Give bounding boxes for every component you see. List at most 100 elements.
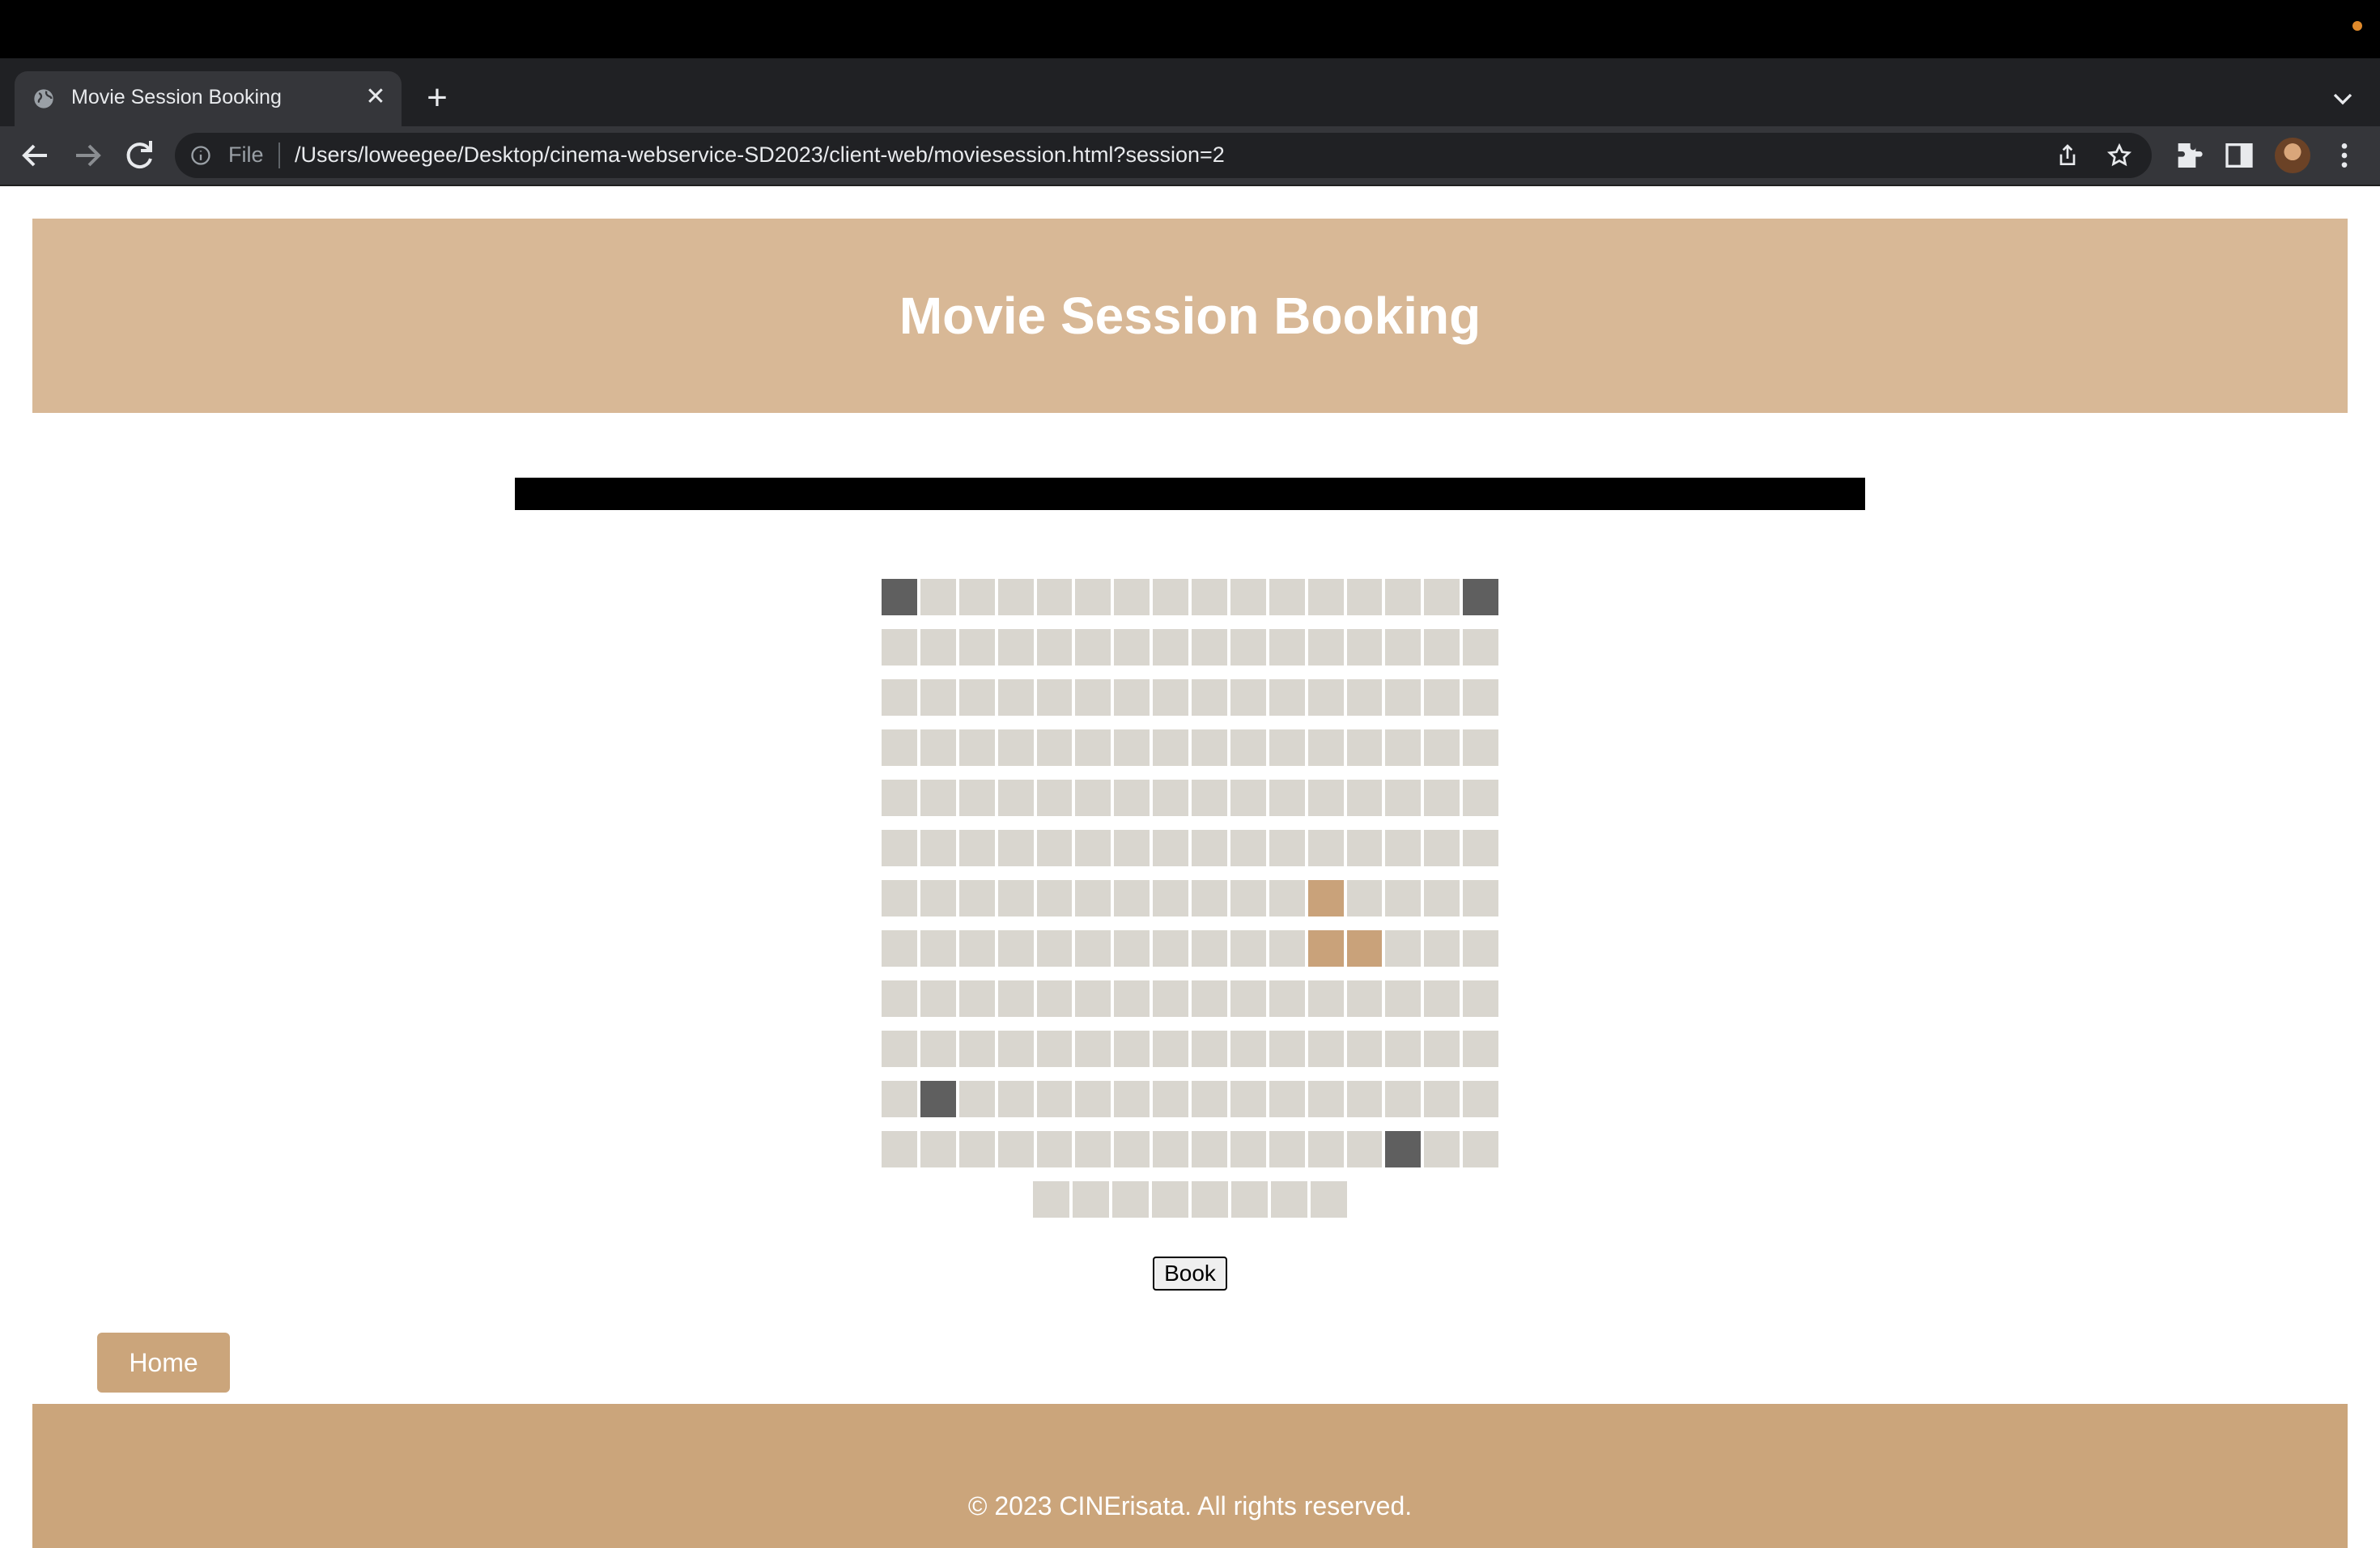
seat-free[interactable] — [1230, 980, 1266, 1017]
seat-free[interactable] — [958, 679, 995, 716]
seat-free[interactable] — [1346, 780, 1383, 816]
seat-free[interactable] — [1385, 1081, 1422, 1117]
seat-free[interactable] — [1385, 1031, 1422, 1067]
seat-free[interactable] — [1075, 579, 1111, 615]
seat-free[interactable] — [1269, 780, 1305, 816]
seat-free[interactable] — [1153, 880, 1188, 916]
seat-selected[interactable] — [1307, 880, 1344, 916]
seat-free[interactable] — [997, 1081, 1034, 1117]
seat-free[interactable] — [1269, 930, 1305, 967]
seat-free[interactable] — [1346, 629, 1383, 666]
seat-free[interactable] — [1269, 579, 1305, 615]
seat-free[interactable] — [1463, 980, 1498, 1017]
seat-free[interactable] — [1424, 679, 1460, 716]
back-icon[interactable] — [16, 136, 55, 175]
seat-free[interactable] — [1152, 1181, 1188, 1218]
seat-free[interactable] — [1153, 629, 1188, 666]
seat-free[interactable] — [920, 729, 956, 766]
more-icon[interactable] — [2328, 139, 2361, 172]
seat-free[interactable] — [1424, 579, 1460, 615]
seat-free[interactable] — [1307, 980, 1344, 1017]
seat-free[interactable] — [1114, 679, 1150, 716]
seat-free[interactable] — [1153, 729, 1188, 766]
seat-free[interactable] — [1153, 1031, 1188, 1067]
seat-free[interactable] — [1153, 930, 1188, 967]
seat-free[interactable] — [1269, 1031, 1305, 1067]
seat-free[interactable] — [920, 1031, 956, 1067]
profile-avatar[interactable] — [2275, 138, 2310, 173]
tab-list-icon[interactable] — [2327, 83, 2359, 115]
seat-free[interactable] — [958, 1081, 995, 1117]
seat-free[interactable] — [1114, 780, 1150, 816]
seat-free[interactable] — [1424, 830, 1460, 866]
seat-free[interactable] — [1153, 980, 1188, 1017]
seat-free[interactable] — [997, 1131, 1034, 1167]
seat-free[interactable] — [882, 930, 917, 967]
seat-free[interactable] — [1385, 980, 1422, 1017]
seat-free[interactable] — [920, 880, 956, 916]
info-icon[interactable] — [189, 144, 212, 167]
seat-free[interactable] — [958, 1031, 995, 1067]
seat-free[interactable] — [1075, 1131, 1111, 1167]
seat-free[interactable] — [1036, 1031, 1073, 1067]
seat-free[interactable] — [920, 1131, 956, 1167]
seat-free[interactable] — [1114, 930, 1150, 967]
seat-free[interactable] — [1153, 1081, 1188, 1117]
seat-free[interactable] — [958, 830, 995, 866]
seat-free[interactable] — [1192, 579, 1227, 615]
seat-free[interactable] — [882, 1031, 917, 1067]
seat-free[interactable] — [1307, 830, 1344, 866]
seat-free[interactable] — [920, 980, 956, 1017]
seat-free[interactable] — [1424, 930, 1460, 967]
seat-free[interactable] — [1346, 729, 1383, 766]
seat-free[interactable] — [1075, 629, 1111, 666]
seat-free[interactable] — [1075, 830, 1111, 866]
seat-free[interactable] — [1231, 1181, 1268, 1218]
seat-free[interactable] — [1192, 629, 1227, 666]
address-bar[interactable]: File /Users/loweegee/Desktop/cinema-webs… — [175, 133, 2152, 178]
seat-free[interactable] — [1346, 1031, 1383, 1067]
seat-free[interactable] — [1036, 930, 1073, 967]
seat-free[interactable] — [1114, 729, 1150, 766]
seat-free[interactable] — [958, 930, 995, 967]
seat-free[interactable] — [1230, 780, 1266, 816]
seat-free[interactable] — [1269, 1131, 1305, 1167]
seat-free[interactable] — [1036, 729, 1073, 766]
seat-free[interactable] — [1463, 1131, 1498, 1167]
seat-free[interactable] — [958, 1131, 995, 1167]
seat-free[interactable] — [997, 930, 1034, 967]
seat-free[interactable] — [1463, 780, 1498, 816]
seat-free[interactable] — [1385, 679, 1422, 716]
seat-free[interactable] — [1307, 780, 1344, 816]
seat-free[interactable] — [882, 629, 917, 666]
seat-free[interactable] — [958, 780, 995, 816]
seat-free[interactable] — [1307, 1081, 1344, 1117]
seat-free[interactable] — [1192, 679, 1227, 716]
seat-free[interactable] — [1385, 629, 1422, 666]
seat-free[interactable] — [997, 780, 1034, 816]
seat-free[interactable] — [1385, 579, 1422, 615]
seat-free[interactable] — [1424, 629, 1460, 666]
seat-free[interactable] — [1230, 880, 1266, 916]
extensions-icon[interactable] — [2173, 139, 2205, 172]
seat-free[interactable] — [1114, 629, 1150, 666]
seat-free[interactable] — [1346, 679, 1383, 716]
seat-free[interactable] — [1385, 930, 1422, 967]
seat-free[interactable] — [1192, 729, 1227, 766]
seat-free[interactable] — [1192, 880, 1227, 916]
seat-free[interactable] — [1311, 1181, 1347, 1218]
seat-free[interactable] — [1075, 780, 1111, 816]
seat-free[interactable] — [1463, 930, 1498, 967]
seat-free[interactable] — [1463, 880, 1498, 916]
seat-free[interactable] — [1230, 729, 1266, 766]
seat-free[interactable] — [1036, 980, 1073, 1017]
seat-selected[interactable] — [1307, 930, 1344, 967]
seat-free[interactable] — [1271, 1181, 1307, 1218]
seat-free[interactable] — [1346, 830, 1383, 866]
seat-free[interactable] — [1269, 679, 1305, 716]
seat-free[interactable] — [1463, 1081, 1498, 1117]
seat-free[interactable] — [1033, 1181, 1069, 1218]
seat-free[interactable] — [1114, 1131, 1150, 1167]
seat-free[interactable] — [958, 629, 995, 666]
seat-free[interactable] — [1153, 579, 1188, 615]
